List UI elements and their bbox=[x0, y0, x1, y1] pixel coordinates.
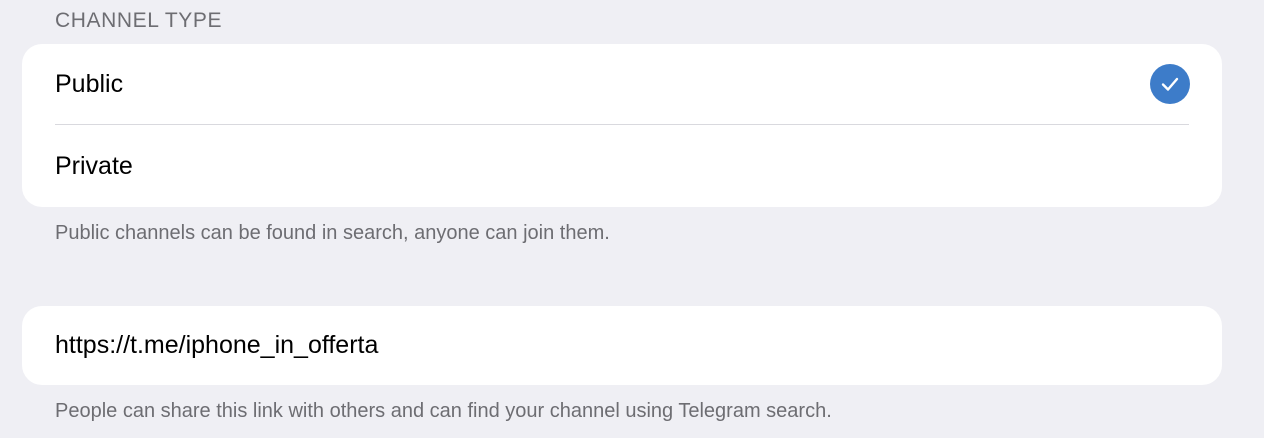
option-private-label: Private bbox=[55, 152, 133, 180]
checkmark-icon bbox=[1150, 64, 1190, 104]
link-card[interactable]: https://t.me/iphone_in_offerta bbox=[22, 306, 1222, 385]
section-header-channel-type: CHANNEL TYPE bbox=[55, 9, 223, 32]
link-footer: People can share this link with others a… bbox=[55, 400, 832, 422]
channel-link-field[interactable]: https://t.me/iphone_in_offerta bbox=[55, 306, 378, 385]
option-public-label: Public bbox=[55, 70, 124, 98]
channel-type-card: Public Private bbox=[22, 44, 1222, 207]
option-private[interactable]: Private bbox=[22, 126, 1222, 207]
row-divider bbox=[55, 124, 1189, 125]
channel-type-footer: Public channels can be found in search, … bbox=[55, 222, 610, 244]
option-public[interactable]: Public bbox=[22, 44, 1222, 125]
